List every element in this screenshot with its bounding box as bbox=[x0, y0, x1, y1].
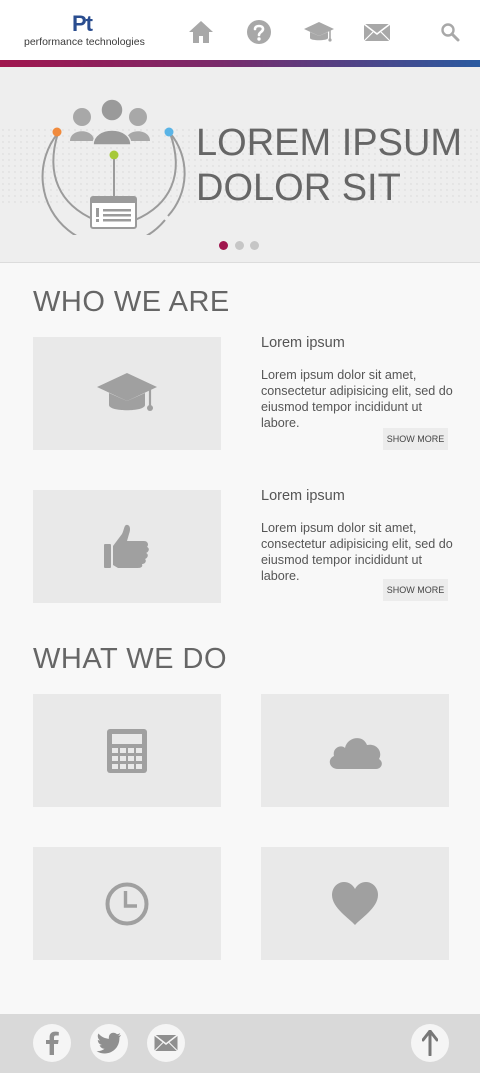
who-we-are-title: WHO WE ARE bbox=[33, 286, 230, 318]
brand-logo[interactable]: Pt performance technologies bbox=[24, 12, 154, 52]
thumbs-up-icon bbox=[104, 524, 149, 568]
what-we-do-title: WHAT WE DO bbox=[33, 643, 228, 675]
twitter-icon bbox=[96, 1032, 121, 1054]
facebook-link[interactable] bbox=[33, 1024, 71, 1062]
carousel-pagination bbox=[219, 241, 269, 251]
heart-icon bbox=[332, 881, 378, 925]
twitter-link[interactable] bbox=[90, 1024, 128, 1062]
who-item-2-heading: Lorem ipsum bbox=[261, 488, 345, 504]
show-more-button-2[interactable]: SHOW MORE bbox=[383, 579, 448, 601]
search-icon[interactable] bbox=[440, 22, 460, 42]
what-tile-heart[interactable] bbox=[261, 847, 449, 960]
who-tile-approval[interactable] bbox=[33, 490, 221, 603]
calculator-icon bbox=[107, 728, 147, 773]
facebook-icon bbox=[46, 1031, 59, 1055]
show-more-button-1[interactable]: SHOW MORE bbox=[383, 428, 448, 450]
hero-title-line2: DOLOR SIT bbox=[196, 167, 401, 209]
hero-title-line1: LOREM IPSUM bbox=[196, 122, 463, 164]
what-tile-calculator[interactable] bbox=[33, 694, 221, 807]
arrow-up-icon bbox=[422, 1030, 438, 1056]
carousel-dot-1[interactable] bbox=[219, 241, 228, 250]
who-item-1-body: Lorem ipsum dolor sit amet, consectetur … bbox=[261, 368, 453, 430]
carousel-dot-3[interactable] bbox=[250, 241, 259, 250]
who-tile-education[interactable] bbox=[33, 337, 221, 450]
team-network-graphic bbox=[41, 98, 186, 235]
who-item-1-heading: Lorem ipsum bbox=[261, 335, 345, 351]
site-footer bbox=[0, 1014, 480, 1073]
hero-title: LOREM IPSUM DOLOR SIT bbox=[196, 121, 476, 211]
brand-stripe bbox=[0, 60, 480, 67]
graduation-cap-icon bbox=[97, 372, 157, 411]
mail-icon[interactable] bbox=[363, 18, 391, 46]
email-link[interactable] bbox=[147, 1024, 185, 1062]
help-icon[interactable] bbox=[245, 18, 273, 46]
graduation-cap-icon[interactable] bbox=[303, 18, 335, 46]
logo-text: performance technologies bbox=[24, 36, 145, 48]
home-icon[interactable] bbox=[187, 18, 215, 46]
carousel-dot-2[interactable] bbox=[235, 241, 244, 250]
what-tile-cloud[interactable] bbox=[261, 694, 449, 807]
mail-icon bbox=[154, 1034, 178, 1052]
who-item-2-body: Lorem ipsum dolor sit amet, consectetur … bbox=[261, 521, 453, 583]
clock-icon bbox=[105, 882, 149, 925]
back-to-top-button[interactable] bbox=[411, 1024, 449, 1062]
cloud-icon bbox=[329, 737, 382, 769]
site-header: Pt performance technologies bbox=[0, 0, 480, 60]
what-tile-clock[interactable] bbox=[33, 847, 221, 960]
logo-mark: Pt bbox=[72, 11, 93, 36]
hero-carousel[interactable]: LOREM IPSUM DOLOR SIT bbox=[0, 67, 480, 263]
